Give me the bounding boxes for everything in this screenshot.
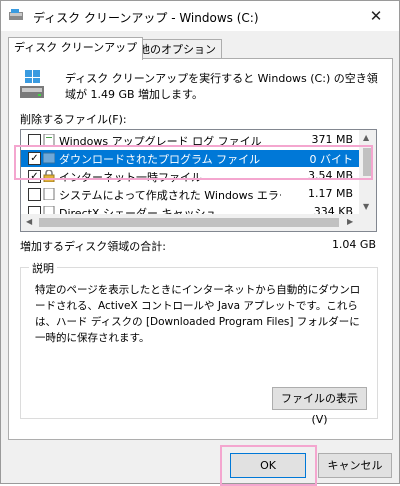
disk-space-gain-value: 1.04 GB xyxy=(331,238,376,251)
disk-cleanup-window: ディスク クリーンアップ - Windows (C:) ✕ ディスク クリーンア… xyxy=(0,0,400,486)
disk-cleanup-app-icon xyxy=(9,9,23,20)
title-bar: ディスク クリーンアップ - Windows (C:) ✕ xyxy=(1,1,399,31)
window-title: ディスク クリーンアップ - Windows (C:) xyxy=(33,11,259,25)
view-files-button[interactable]: ファイルの表示(V) xyxy=(272,387,367,426)
tab-disk-cleanup[interactable]: ディスク クリーンアップ xyxy=(8,37,144,60)
checkbox[interactable] xyxy=(28,188,41,201)
close-icon: ✕ xyxy=(369,7,383,25)
file-size: 1.17 MB xyxy=(307,187,353,200)
tab-label: ディスク クリーンアップ xyxy=(14,41,138,54)
close-button[interactable]: ✕ xyxy=(353,1,399,31)
files-to-delete-label: 削除するファイル(F): xyxy=(20,113,127,126)
description-title: 説明 xyxy=(29,260,57,276)
drive-icon xyxy=(20,70,44,98)
disk-space-gain-label: 増加するディスク領域の合計: xyxy=(20,240,166,253)
scroll-right-icon[interactable]: ▶ xyxy=(347,217,353,226)
file-name: システムによって作成された Windows エラー報... xyxy=(59,189,281,202)
scroll-down-icon[interactable]: ▼ xyxy=(363,202,369,211)
list-item[interactable]: システムによって作成された Windows エラー報... 1.17 MB xyxy=(21,186,359,203)
scroll-up-icon[interactable]: ▲ xyxy=(363,133,369,142)
file-icon xyxy=(43,188,55,200)
scroll-thumb[interactable] xyxy=(39,218,339,227)
cancel-button[interactable]: キャンセル xyxy=(318,453,392,478)
scroll-left-icon[interactable]: ◀ xyxy=(26,217,32,226)
intro-text: ディスク クリーンアップを実行すると Windows (C:) の空き領域が 1… xyxy=(65,72,378,101)
description-text: 特定のページを表示したときにインターネットから自動的にダウンロードされる、Act… xyxy=(35,284,361,344)
highlight-frame xyxy=(220,445,317,486)
highlight-frame xyxy=(14,145,373,180)
horizontal-scrollbar[interactable]: ◀ ▶ xyxy=(21,214,376,231)
